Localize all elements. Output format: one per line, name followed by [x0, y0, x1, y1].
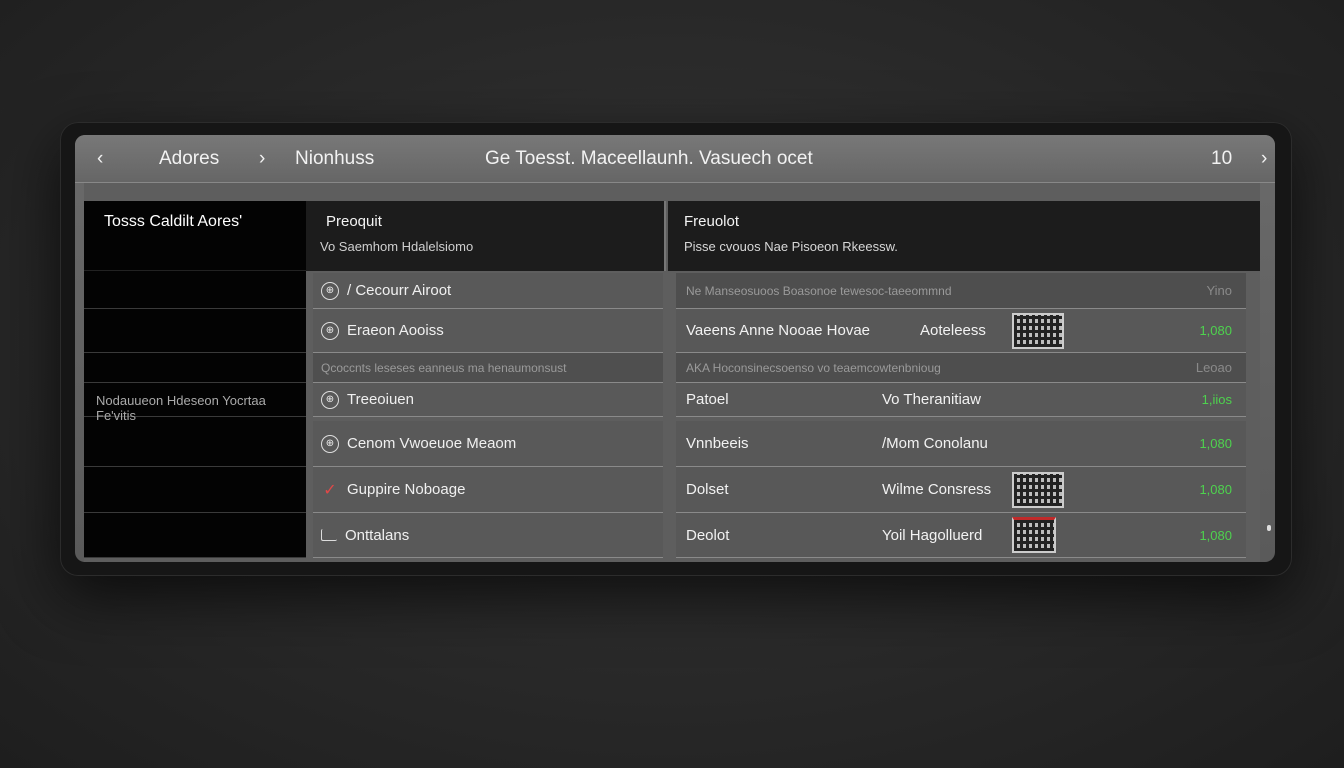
list-item[interactable]: ⊕ Eraeon Aooiss [313, 309, 663, 353]
left-row[interactable] [84, 513, 306, 558]
right-list: Ne Manseosuoos Boasonoe tewesoc-taeeommn… [676, 273, 1246, 558]
breadcrumb-separator: › [259, 148, 266, 169]
row-value: 1,080 [1199, 436, 1232, 451]
globe-icon: ⊕ [321, 390, 339, 409]
list-item-label: Cenom Vwoeuoe Meaom [347, 435, 517, 452]
table-row[interactable]: Deolot Yoil Hagolluerd 1,080 [676, 513, 1246, 558]
row-value: 1,080 [1199, 323, 1232, 338]
table-row[interactable]: Ne Manseosuoos Boasonoe tewesoc-taeeommn… [676, 273, 1246, 309]
left-row[interactable] [84, 309, 306, 353]
table-row[interactable]: Vnnbeeis /Mom Conolanu 1,080 [676, 421, 1246, 467]
table-row[interactable]: Vaeens Anne Nooae Hovae Aoteleess 1,080 [676, 309, 1246, 353]
chevron-right-icon[interactable]: › [1261, 135, 1267, 183]
row-primary: Dolset [686, 481, 729, 498]
qr-code-icon [1012, 313, 1064, 349]
middle-list: ⊕ / Cecourr Airoot ⊕ Eraeon Aooiss Qcocc… [313, 273, 663, 558]
globe-icon: ⊕ [321, 321, 339, 340]
row-secondary: Wilme Consress [882, 481, 992, 498]
main-content: Tosss Caldilt Aores' Nodauueon Hdeseon Y… [84, 183, 1260, 562]
list-item[interactable]: ⊕ Cenom Vwoeuoe Meaom [313, 421, 663, 467]
list-item-label: / Cecourr Airoot [347, 282, 452, 299]
list-item-label: Eraeon Aooiss [347, 322, 444, 339]
item-count: 10 [1211, 148, 1233, 169]
top-navigation-bar: ‹ Adores › Nionhuss Ge Toesst. Maceellau… [75, 135, 1275, 183]
left-row[interactable] [84, 353, 306, 383]
chevron-left-icon[interactable]: ‹ [97, 135, 103, 183]
right-header-title: Freuolot [684, 213, 740, 230]
table-row[interactable]: Patoel Vo Theranitiaw 1,iios [676, 383, 1246, 417]
left-row[interactable]: Nodauueon Hdeseon Yocrtaa Fe'vitis [84, 383, 306, 423]
row-primary: Deolot [686, 526, 730, 544]
box-icon [321, 529, 337, 541]
list-item[interactable]: Onttalans [313, 513, 663, 558]
row-value: Yino [1206, 283, 1232, 298]
row-value: 1,080 [1199, 527, 1232, 543]
row-primary: Ne Manseosuoos Boasonoe tewesoc-taeeommn… [686, 283, 952, 298]
left-row[interactable] [84, 271, 306, 309]
list-item-label: Treeoiuen [347, 391, 414, 408]
list-item[interactable]: ✓ Guppire Noboage [313, 467, 663, 513]
qr-code-icon [1012, 517, 1056, 553]
breadcrumb-second[interactable]: Nionhuss [295, 135, 374, 183]
row-value: 1,080 [1199, 482, 1232, 497]
right-header-subtitle: Pisse cvouos Nae Pisoeon Rkeessw. [684, 239, 898, 254]
page-title: Ge Toesst. Maceellaunh. Vasuech ocet [485, 148, 813, 169]
list-item-label: Qcoccnts leseses eanneus ma henaumonsust [321, 360, 567, 375]
row-value: Leoao [1195, 360, 1232, 375]
row-primary: AKA Hoconsinecsoenso vo teaemcowtenbniou… [686, 360, 941, 375]
left-row[interactable] [84, 467, 306, 513]
left-row[interactable] [84, 421, 306, 467]
row-primary: Vaeens Anne Nooae Hovae [686, 322, 871, 339]
row-primary: Patoel [686, 391, 729, 408]
row-secondary: Vo Theranitiaw [882, 391, 981, 408]
row-secondary: Aoteleess [920, 322, 986, 339]
breadcrumb-first[interactable]: Adores [159, 135, 219, 183]
left-panel-header: Tosss Caldilt Aores' [84, 201, 306, 271]
list-item[interactable]: ⊕ Treeoiuen [313, 383, 663, 417]
middle-panel-header: Preoquit Vo Saemhom Hdalelsiomo [306, 201, 666, 271]
app-screen: ‹ Adores › Nionhuss Ge Toesst. Maceellau… [75, 135, 1275, 562]
right-panel-header: Freuolot Pisse cvouos Nae Pisoeon Rkeess… [668, 201, 1260, 271]
table-row[interactable]: Dolset Wilme Consress 1,080 [676, 467, 1246, 513]
list-item-label: Guppire Noboage [347, 481, 466, 498]
row-secondary: Yoil Hagolluerd [882, 526, 983, 544]
globe-icon: ⊕ [321, 281, 339, 300]
middle-header-subtitle: Vo Saemhom Hdalelsiomo [320, 239, 474, 254]
scrollbar-handle[interactable] [1267, 525, 1271, 531]
row-secondary: /Mom Conolanu [882, 435, 988, 452]
check-icon: ✓ [323, 481, 337, 499]
list-item[interactable]: Qcoccnts leseses eanneus ma henaumonsust [313, 353, 663, 383]
list-item-label: Onttalans [345, 526, 410, 544]
row-value: 1,iios [1201, 392, 1232, 407]
table-row[interactable]: AKA Hoconsinecsoenso vo teaemcowtenbniou… [676, 353, 1246, 383]
row-primary: Vnnbeeis [686, 435, 749, 452]
qr-code-icon [1012, 472, 1064, 508]
left-panel: Tosss Caldilt Aores' Nodauueon Hdeseon Y… [84, 201, 306, 558]
middle-header-title: Preoquit [326, 213, 382, 230]
list-item[interactable]: ⊕ / Cecourr Airoot [313, 273, 663, 309]
globe-icon: ⊕ [321, 434, 339, 453]
